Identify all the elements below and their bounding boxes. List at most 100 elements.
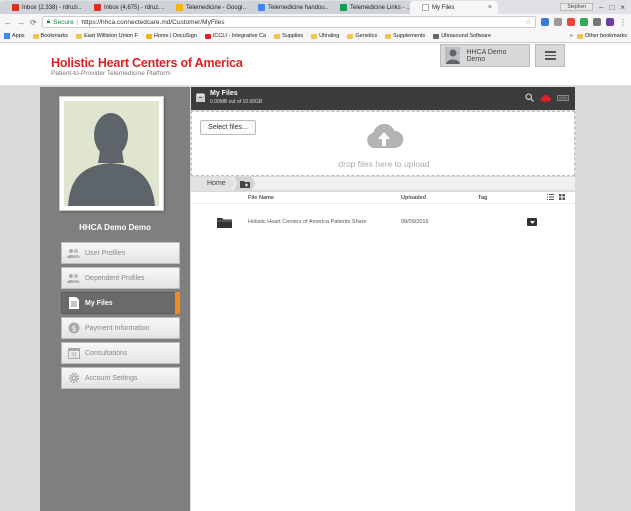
minimize-icon[interactable]: – <box>599 3 603 12</box>
profile-name: HHCA Demo Demo <box>79 223 151 232</box>
browser-tab[interactable]: Telemedicine - Googl…× <box>164 1 252 14</box>
select-files-button[interactable]: Select files... <box>200 120 256 135</box>
slides-icon <box>176 4 183 11</box>
bookmark-item[interactable]: Bookmarks <box>32 33 68 39</box>
drop-hint: drop files here to upload <box>338 159 430 169</box>
avatar <box>445 47 461 64</box>
column-tag[interactable]: Tag <box>478 195 487 201</box>
brand-logo[interactable]: Holistic Heart Centers of America Patien… <box>51 56 243 77</box>
cloud-upload-icon <box>367 123 404 148</box>
close-icon[interactable]: × <box>488 4 492 11</box>
dollar-icon: $ <box>67 322 80 334</box>
bookmark-folder[interactable]: Supplements <box>385 33 425 39</box>
heart-icon <box>204 33 211 39</box>
browser-tab[interactable]: Telemedicine handou…× <box>246 1 334 14</box>
browser-tab[interactable]: Inbox (2,338) - rdruzi…× <box>0 1 88 14</box>
table-row[interactable]: Holistic Heart Centers of America Patien… <box>191 214 575 232</box>
sidebar-item-payment-information[interactable]: $ Payment Information <box>61 317 180 339</box>
users-icon <box>67 272 80 284</box>
files-panel-header: My Files 0.00MB out of 10.00GB <box>191 87 575 110</box>
svg-text:$: $ <box>71 324 76 333</box>
bookmark-folder[interactable]: Genetics <box>347 33 377 39</box>
sidebar-item-my-files[interactable]: My Files <box>61 292 180 314</box>
browser-menu-icon[interactable]: ⋮ <box>619 18 627 27</box>
browser-tab-strip: Inbox (2,338) - rdruzi…× Inbox (4,675) -… <box>0 0 631 14</box>
browser-tab[interactable]: Telemedicine Links - …× <box>328 1 416 14</box>
bookmark-item[interactable]: Home | DocuSign <box>145 33 197 39</box>
bookmark-item[interactable]: East Williston Union F <box>76 33 138 39</box>
reload-icon[interactable]: ⟳ <box>30 18 37 27</box>
extension-icon[interactable] <box>580 18 588 26</box>
maximize-icon[interactable]: □ <box>609 3 614 12</box>
profile-photo[interactable] <box>64 101 159 206</box>
file-name[interactable]: Holistic Heart Centers of America Patien… <box>248 219 367 225</box>
url-text: https://hhca.connectedcare.md/Customer/M… <box>81 18 225 26</box>
extension-icon[interactable] <box>567 18 575 26</box>
lock-icon: 🔒︎ <box>46 18 51 25</box>
user-menu-button[interactable]: HHCA Demo Demo <box>440 44 530 67</box>
chevron-down-icon <box>529 220 535 224</box>
sidebar-item-dependent-profiles[interactable]: Dependent Profiles <box>61 267 180 289</box>
profile-chip[interactable]: Stephen <box>560 3 594 11</box>
star-icon[interactable]: ☆ <box>525 18 531 26</box>
bookmark-folder[interactable]: Supplies <box>274 33 303 39</box>
sheets-icon <box>340 4 347 11</box>
folder-icon <box>274 33 281 39</box>
secure-label: Secure <box>53 18 74 26</box>
person-silhouette-icon <box>64 101 159 206</box>
folder-icon <box>217 218 232 228</box>
list-view-icon[interactable] <box>547 194 554 200</box>
grid-view-icon[interactable] <box>559 194 565 200</box>
upload-dropzone[interactable]: Select files... drop files here to uploa… <box>191 111 575 176</box>
star-icon <box>32 33 39 39</box>
close-window-icon[interactable]: × <box>620 3 625 12</box>
extension-icon[interactable] <box>606 18 614 26</box>
sidebar-item-account-settings[interactable]: Account Settings <box>61 367 180 389</box>
bookmark-apps[interactable]: Apps <box>4 33 25 39</box>
file-list: File Name Uploaded Tag Holistic Heart Ce… <box>191 192 575 511</box>
row-actions-dropdown[interactable] <box>527 218 537 226</box>
bookmark-item[interactable]: Ultrasound Software <box>433 33 491 39</box>
gmail-icon <box>94 4 101 11</box>
column-file-name[interactable]: File Name <box>248 195 274 201</box>
bookmark-folder[interactable]: Ultraling <box>311 33 339 39</box>
folder-icon <box>311 33 318 39</box>
new-folder-icon[interactable] <box>233 176 256 191</box>
docusign-icon <box>145 33 152 39</box>
apps-icon <box>4 33 10 39</box>
gear-icon <box>67 372 80 384</box>
breadcrumb: Home <box>191 176 575 191</box>
cloud-icon[interactable] <box>540 94 551 102</box>
search-icon[interactable] <box>525 93 534 102</box>
forward-icon[interactable]: → <box>17 18 25 27</box>
bookmark-item[interactable]: ICCLI - Integrative Ca <box>204 33 266 39</box>
extension-icon[interactable] <box>541 18 549 26</box>
ultrasound-icon <box>433 33 440 39</box>
sidebar-nav: User Profiles Dependent Profiles My File… <box>61 242 180 392</box>
brand-title: Holistic Heart Centers of America <box>51 56 243 70</box>
breadcrumb-home[interactable]: Home <box>191 176 236 191</box>
browser-tab[interactable]: Inbox (4,675) - rdruz…× <box>82 1 170 14</box>
bookmarks-overflow-icon[interactable]: » <box>570 33 573 39</box>
sidebar-item-user-profiles[interactable]: User Profiles <box>61 242 180 264</box>
gmail-icon <box>12 4 19 11</box>
url-field[interactable]: 🔒︎ Secure | https://hhca.connectedcare.m… <box>41 16 536 28</box>
page-icon <box>76 33 83 39</box>
hamburger-menu-icon[interactable] <box>535 44 565 67</box>
user-name: HHCA Demo Demo <box>466 48 507 63</box>
folder-icon <box>385 33 392 39</box>
brand-subtitle: Patient-to-Provider Telemedicine Platfor… <box>51 70 171 77</box>
other-bookmarks[interactable]: Other bookmarks <box>576 33 627 39</box>
back-icon[interactable]: ← <box>4 18 12 27</box>
sidebar-item-consultations[interactable]: Consultations <box>61 342 180 364</box>
docs-icon <box>258 4 265 11</box>
files-panel-title: My Files <box>210 90 238 97</box>
extension-icon[interactable] <box>593 18 601 26</box>
column-uploaded[interactable]: Uploaded <box>401 195 426 201</box>
calendar-icon <box>67 347 80 359</box>
window-controls: Stephen – □ × <box>560 0 631 14</box>
browser-tab-active[interactable]: My Files × <box>410 1 498 14</box>
file-icon <box>67 297 80 309</box>
extension-icon[interactable] <box>554 18 562 26</box>
folder-icon <box>576 33 583 39</box>
